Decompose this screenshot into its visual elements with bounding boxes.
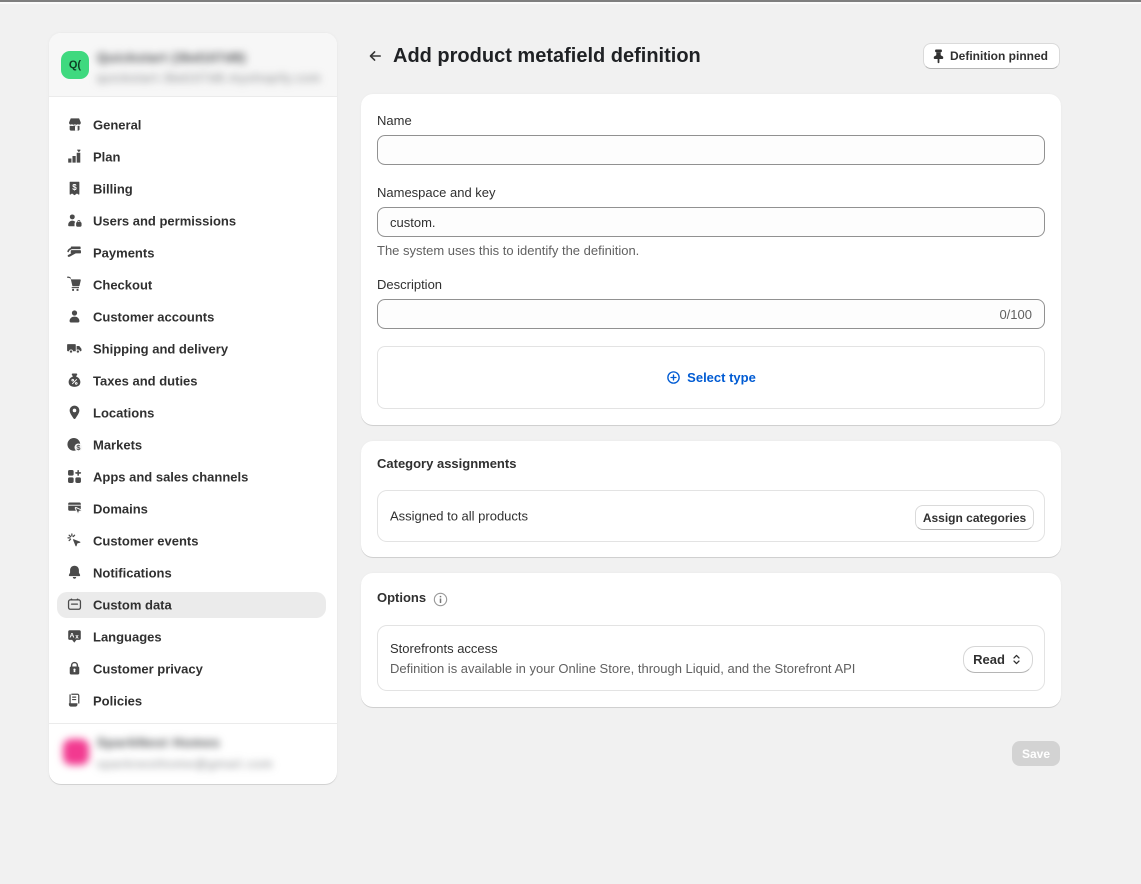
svg-text:A: A — [69, 632, 74, 639]
svg-text:$: $ — [76, 443, 80, 452]
svg-text:$: $ — [72, 183, 77, 192]
svg-text:x: x — [75, 633, 79, 640]
